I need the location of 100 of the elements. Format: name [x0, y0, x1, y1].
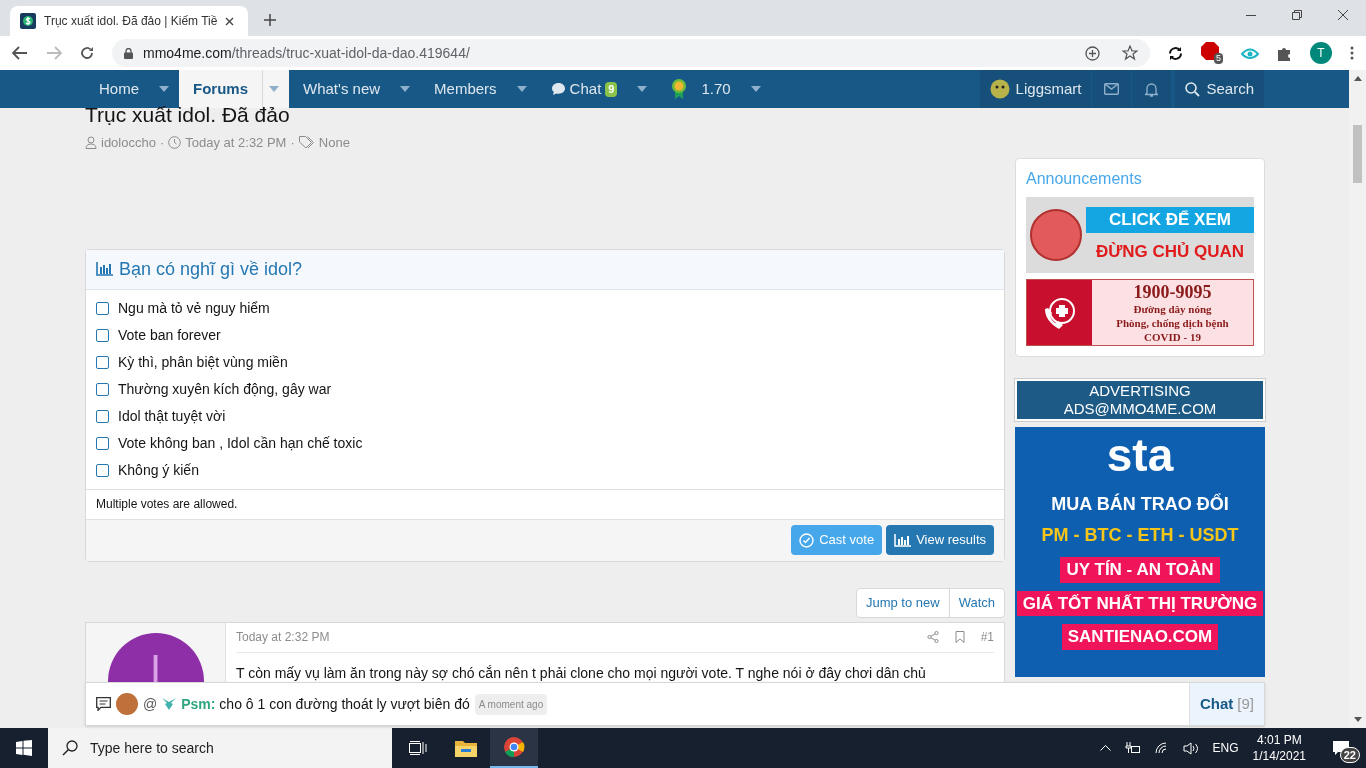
chat-count-badge: 9	[605, 81, 618, 97]
exchange-ad-banner[interactable]: sta MUA BÁN TRAO ĐỔI PM - BTC - ETH - USDT UY TÍN - AN TOÀN GIÁ TỐT NHẤT THỊ TRƯỜNG SANTIENAO.COM	[1015, 427, 1265, 677]
advertising-banner[interactable]: ADVERTISING ADS@MMO4ME.COM	[1015, 379, 1265, 421]
new-tab-icon[interactable]	[264, 14, 276, 26]
clock[interactable]: 4:01 PM 1/14/2021	[1252, 732, 1306, 764]
dollar-coin-icon	[20, 13, 36, 29]
caret-icon	[637, 86, 648, 92]
close-icon[interactable]	[225, 16, 235, 26]
chat-toggle-button[interactable]: Chat [9]	[1189, 683, 1264, 725]
caret-icon	[159, 86, 169, 92]
folder-icon[interactable]	[455, 739, 477, 757]
hotline-banner[interactable]: 1900-9095 Đường dây nóng Phòng, chống dịch bệnh COVID - 19	[1026, 279, 1254, 346]
ad-logo: sta	[1106, 433, 1174, 477]
puzzle-piece-icon[interactable]	[1277, 45, 1292, 61]
user-account-link[interactable]: Liggsmart	[979, 70, 1092, 108]
poll-option-label: Vote không ban , Idol cần hạn chế toxic	[118, 433, 363, 453]
zoom-plus-icon[interactable]	[1085, 45, 1100, 61]
caret-icon	[269, 86, 280, 92]
nav-tab[interactable]: Members	[420, 70, 511, 108]
clock-icon	[168, 136, 182, 150]
ad-ribbon: UY TÍN - AN TOÀN	[1060, 557, 1220, 583]
close-icon[interactable]	[1338, 10, 1348, 20]
person-icon	[85, 136, 97, 150]
restore-icon[interactable]	[1292, 10, 1302, 20]
poll-note: Multiple votes are allowed.	[86, 488, 1004, 519]
battery-icon[interactable]	[1124, 742, 1141, 754]
language-indicator[interactable]: ENG	[1212, 739, 1239, 757]
ad-text: MUA BÁN TRAO ĐỔI	[1051, 492, 1229, 516]
avatar-icon	[989, 79, 1010, 99]
address-bar[interactable]: mmo4me.com/threads/truc-xuat-idol-da-dao.419644/	[112, 39, 1150, 67]
poll-option-label: Ngu mà tỏ vẻ nguy hiểm	[118, 298, 270, 318]
checkbox[interactable]	[96, 409, 109, 423]
banner-text: COVID - 19	[1144, 330, 1201, 345]
wifi-icon[interactable]	[1154, 742, 1169, 754]
poll-title: Bạn có nghĩ gì về idol?	[119, 257, 303, 281]
nav-tab[interactable]: What's new	[289, 70, 395, 108]
thread-action-button[interactable]: Watch	[948, 588, 1004, 617]
mention-sign: @	[143, 694, 158, 714]
search-button[interactable]: Search	[1175, 70, 1264, 108]
task-view-icon[interactable]	[409, 741, 427, 755]
browser-app-icon[interactable]	[490, 728, 538, 768]
separator-dot: ·	[159, 134, 165, 152]
notifications-button[interactable]	[1131, 70, 1172, 108]
banner-text: Phòng, chống dịch bệnh	[1116, 316, 1229, 331]
ad-ribbon: GIÁ TỐT NHẤT THỊ TRƯỜNG	[1016, 590, 1264, 616]
checkbox[interactable]	[96, 382, 109, 396]
reload-icon[interactable]	[80, 46, 94, 60]
thread-action-button[interactable]: Jump to new	[856, 588, 949, 617]
checkbox[interactable]	[96, 436, 109, 450]
url-text: mmo4me.com/threads/truc-xuat-idol-da-dao.419644/	[143, 43, 470, 63]
bell-icon	[1145, 81, 1159, 97]
bookmark-icon[interactable]	[954, 631, 965, 643]
chevron-up-icon[interactable]	[1099, 745, 1111, 751]
nav-tab[interactable]: Chat 9	[536, 70, 632, 108]
announcements-title: Announcements	[1026, 169, 1143, 189]
chat-message: Psm: cho ô 1 con đường thoát ly vượt biên đó	[181, 694, 470, 714]
post-date: Today at 2:32 PM	[185, 134, 287, 152]
checkbox[interactable]	[96, 328, 109, 342]
tab-title: Trục xuất idol. Đã đảo | Kiếm Tiề	[44, 13, 218, 30]
kebab-menu-icon[interactable]	[1350, 46, 1354, 60]
bar-chart-icon	[894, 533, 912, 547]
message-icon	[96, 697, 111, 711]
banner-text: CLICK ĐỂ XEM	[1086, 207, 1254, 233]
inbox-button[interactable]	[1091, 70, 1132, 108]
post-number-link[interactable]: #1	[980, 628, 994, 646]
caret-icon	[750, 86, 761, 92]
sync-arrows-icon[interactable]	[1168, 45, 1183, 61]
back-arrow-icon[interactable]	[12, 46, 28, 60]
checkbox[interactable]	[96, 301, 109, 315]
check-circle-icon	[799, 532, 815, 548]
view-results-button[interactable]: View results	[886, 525, 994, 555]
speaker-icon[interactable]	[1182, 741, 1199, 755]
minimize-icon[interactable]	[1246, 14, 1256, 16]
separator-dot: ·	[290, 134, 295, 152]
checkbox[interactable]	[96, 463, 109, 477]
profile-avatar[interactable]: T	[1310, 42, 1332, 64]
nav-tab[interactable]: 1.70	[657, 70, 745, 108]
click-banner[interactable]: CLICK ĐỂ XEM ĐỪNG CHỦ QUAN	[1026, 197, 1254, 273]
stop-sign-icon[interactable]	[1201, 42, 1219, 60]
wing-badge-icon	[162, 698, 177, 710]
banner-text: Đường dây nóng	[1133, 303, 1212, 317]
star-icon[interactable]	[1122, 45, 1138, 61]
browser-logo-icon	[503, 736, 525, 758]
tags-text: None	[318, 134, 350, 152]
windows-logo-icon[interactable]	[16, 740, 32, 756]
post-body: T còn mấy vụ làm ăn trong này sợ chó cắn nên t phải clone cho mọi người vote. T nghe nói ở đây chơi dân chủ	[236, 663, 927, 683]
scroll-down-arrow-icon[interactable]	[1353, 717, 1362, 722]
speech-bubble-icon	[550, 82, 566, 96]
checkbox[interactable]	[96, 355, 109, 369]
poll-option-label: Vote ban forever	[118, 325, 221, 345]
scrollbar-thumb[interactable]	[1353, 125, 1362, 183]
browser-tab[interactable]: Trục xuất idol. Đã đảo | Kiếm Tiề	[10, 6, 248, 36]
taskbar-search-field[interactable]: Type here to search	[48, 728, 392, 768]
scroll-up-arrow-icon[interactable]	[1353, 76, 1362, 81]
banner-text: ADS@MMO4ME.COM	[1063, 400, 1217, 418]
bar-chart-icon	[96, 262, 113, 276]
extension-badge: 5	[1214, 53, 1223, 64]
caret-icon	[400, 86, 411, 92]
search-icon	[1185, 81, 1201, 97]
tags-icon	[298, 136, 315, 150]
